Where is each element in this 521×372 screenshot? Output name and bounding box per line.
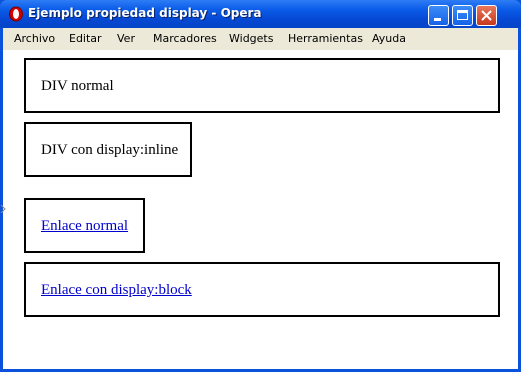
menu-ayuda[interactable]: Ayuda [372, 32, 406, 45]
maximize-icon [457, 10, 468, 20]
menu-bar: Archivo Editar Ver Marcadores Widgets He… [3, 28, 518, 51]
link-block[interactable]: Enlace con display:block [41, 282, 192, 299]
menu-widgets[interactable]: Widgets [229, 32, 273, 45]
menu-archivo[interactable]: Archivo [14, 32, 55, 45]
menu-herramientas[interactable]: Herramientas [288, 32, 363, 45]
div-normal-text: DIV normal [41, 78, 114, 94]
link-normal-box: Enlace normal [24, 198, 145, 253]
maximize-button[interactable] [452, 5, 473, 26]
minimize-icon [434, 18, 441, 21]
page-content: DIV normal DIV con display:inline Enlace… [3, 50, 518, 369]
minimize-button[interactable] [428, 5, 449, 26]
menu-marcadores[interactable]: Marcadores [153, 32, 217, 45]
div-inline-box: DIV con display:inline [24, 122, 192, 177]
link-normal[interactable]: Enlace normal [41, 218, 128, 235]
window-title: Ejemplo propiedad display - Opera [28, 6, 262, 20]
div-inline-text: DIV con display:inline [41, 142, 179, 158]
menu-editar[interactable]: Editar [69, 32, 102, 45]
close-icon [481, 10, 492, 21]
menu-ver[interactable]: Ver [117, 32, 135, 45]
opera-icon [8, 6, 24, 22]
div-normal-box: DIV normal [24, 58, 500, 113]
panel-toggle-icon[interactable] [0, 204, 6, 214]
close-button[interactable] [476, 5, 497, 26]
link-block-box[interactable]: Enlace con display:block [24, 262, 500, 317]
title-bar[interactable]: Ejemplo propiedad display - Opera [0, 0, 521, 28]
browser-window: Ejemplo propiedad display - Opera Archiv… [0, 0, 521, 372]
